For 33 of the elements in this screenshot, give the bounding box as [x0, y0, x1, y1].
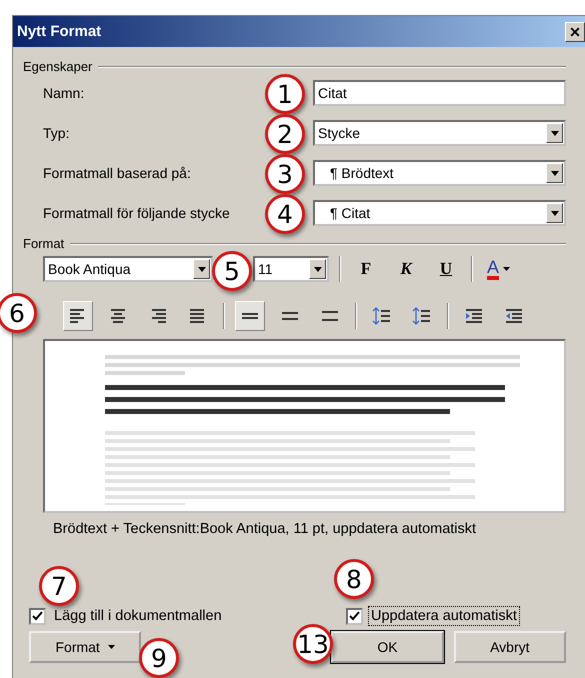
checkbox[interactable] [29, 608, 46, 624]
align-icon[interactable] [63, 301, 93, 331]
checkmark-icon [32, 610, 43, 622]
checkbox-label[interactable]: Lägg till i dokumentmallen [52, 607, 224, 625]
line-spacing-icon[interactable] [235, 301, 265, 331]
dialog-button[interactable]: Format [29, 631, 142, 663]
field-label: Formatmall baserad på: [43, 165, 191, 181]
callout-number: 6 [0, 293, 37, 333]
dropdown-field[interactable]: Stycke [313, 120, 566, 146]
checkbox-label[interactable]: Uppdatera automatiskt [369, 607, 519, 625]
window-title: Nytt Format [17, 23, 102, 40]
caret-icon [108, 645, 115, 649]
style-description: Brödtext + Teckensnitt:Book Antiqua, 11 pt, uppdatera automatiskt [52, 520, 478, 537]
group-label: Format [23, 236, 64, 251]
font-color-button[interactable]: A [483, 258, 514, 280]
size-dropdown[interactable]: 11 [253, 256, 329, 282]
underline-button[interactable]: U [431, 256, 461, 282]
field-label: Typ: [43, 125, 70, 141]
dropdown-field[interactable]: ¶ Citat [313, 200, 566, 226]
name-field[interactable]: Citat [313, 80, 566, 106]
field-label: Namn: [43, 85, 84, 101]
bold-button[interactable]: F [351, 256, 381, 282]
close-button[interactable]: × [565, 22, 585, 42]
field-label: Formatmall för följande stycke [43, 205, 230, 221]
dialog-button[interactable]: Avbryt [454, 631, 566, 663]
group-label: Egenskaper [23, 59, 92, 74]
dialog-button[interactable]: OK [331, 631, 444, 663]
caret-icon [503, 267, 510, 271]
font-dropdown[interactable]: Book Antiqua [43, 256, 213, 282]
dropdown-field[interactable]: ¶ Brödtext [313, 160, 566, 186]
checkmark-icon [349, 610, 360, 622]
italic-button[interactable]: K [391, 256, 421, 282]
checkbox[interactable] [346, 608, 363, 624]
